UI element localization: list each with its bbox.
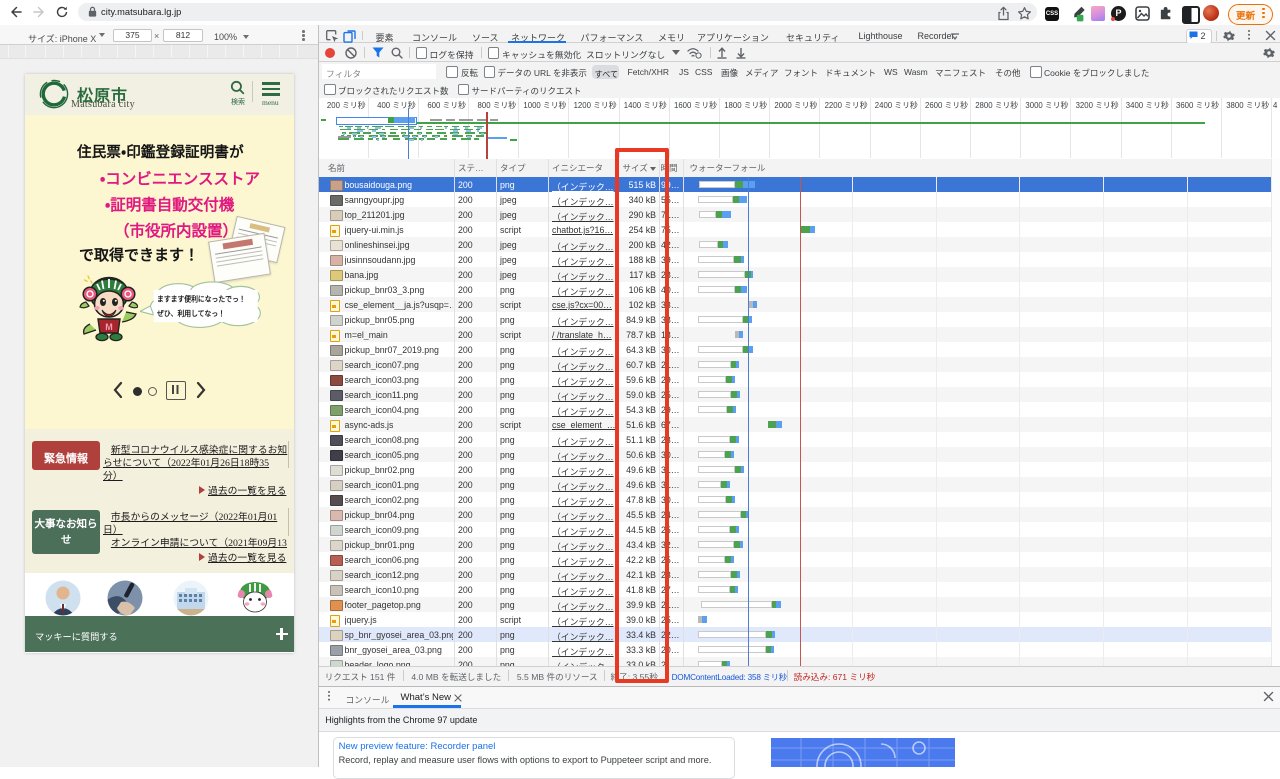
svg-text:ぜひ、利用してなっ！: ぜひ、利用してなっ！ [157, 309, 225, 318]
svg-text:M: M [105, 322, 113, 332]
svg-text:ますます便利になったでっ！: ますます便利になったでっ！ [157, 294, 246, 303]
